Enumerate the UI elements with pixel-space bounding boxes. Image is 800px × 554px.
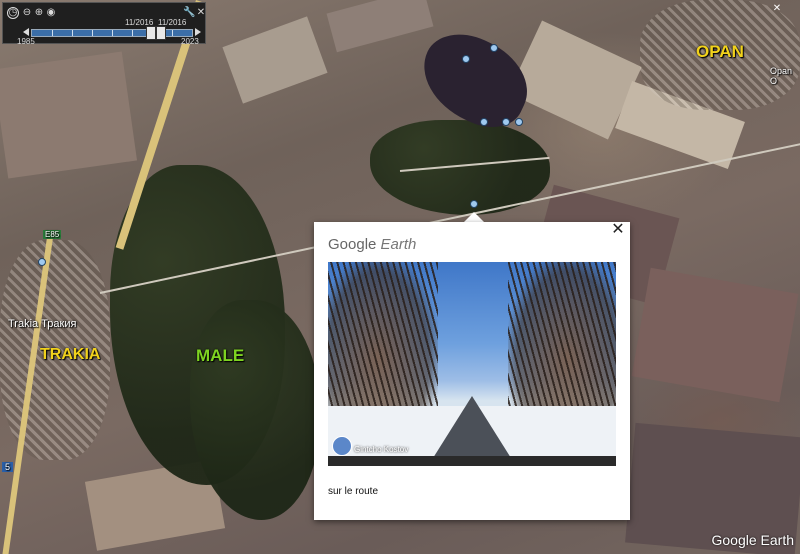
timeline-tick <box>52 30 53 36</box>
label-trakia: TRAKIA <box>40 346 101 363</box>
label-male: MALE <box>196 346 245 365</box>
brand-earth: Earth <box>380 236 417 253</box>
timeline-start-handle[interactable] <box>146 26 156 40</box>
close-icon[interactable]: ✕ <box>772 4 782 14</box>
tree-right <box>508 262 616 426</box>
field-patch <box>326 0 434 53</box>
label-opan-local: Opan О <box>770 66 793 86</box>
google-earth-watermark: Google Earth <box>711 532 795 548</box>
photo-pin[interactable] <box>502 118 510 126</box>
timeline-tick <box>72 30 73 36</box>
forest-area <box>370 120 550 215</box>
road-shield-e85: E85 <box>43 230 62 239</box>
photo-pin[interactable] <box>515 118 523 126</box>
popup-pointer <box>464 212 484 222</box>
step-forward-icon[interactable] <box>195 28 201 36</box>
photo-credit[interactable]: Gintcho Kostov <box>354 445 408 454</box>
tree-left <box>328 262 438 426</box>
timeline-track[interactable] <box>31 26 193 40</box>
field-patch <box>222 16 328 104</box>
timeline-tick <box>172 30 173 36</box>
year-start: 1985 <box>17 37 35 46</box>
contributor-avatar[interactable] <box>332 436 352 456</box>
photo-pin[interactable] <box>480 118 488 126</box>
field-patch <box>0 51 138 179</box>
wrench-icon[interactable]: 🔧 <box>183 7 195 19</box>
google-earth-logo: Google Earth <box>328 236 416 253</box>
photo-pin[interactable] <box>38 258 46 266</box>
timeline-end-handle[interactable] <box>156 26 166 40</box>
timeline-tick <box>92 30 93 36</box>
timeline-tick <box>132 30 133 36</box>
photo-popup: Google Earth ✕ Gintcho Kostov sur le rou… <box>314 222 630 520</box>
popup-caption: sur le route <box>328 486 379 497</box>
label-opan: OPAN <box>696 42 744 61</box>
photo-pin[interactable] <box>462 55 470 63</box>
timeline-tick <box>112 30 113 36</box>
road-shield-5: 5 <box>2 462 14 472</box>
step-back-icon[interactable] <box>23 28 29 36</box>
photo-bottom-bar <box>328 456 616 466</box>
popup-close-button[interactable]: ✕ <box>610 222 626 238</box>
zoom-out-icon[interactable]: ⊖ <box>21 7 33 19</box>
zoom-in-icon[interactable]: ⊕ <box>33 7 45 19</box>
photo-pin[interactable] <box>470 200 478 208</box>
label-trakia-local: Trakia Тракия <box>8 318 77 330</box>
time-slider-panel: ◷ ⊖ ⊕ ◉ 11/2016 11/2016 🔧 ✕ 1985 2023 <box>2 2 207 46</box>
brand-google: Google <box>328 236 377 253</box>
eye-icon[interactable]: ◉ <box>45 7 57 19</box>
field-patch <box>631 267 799 403</box>
clock-icon[interactable]: ◷ <box>7 7 19 19</box>
popup-photo[interactable]: Gintcho Kostov <box>328 262 616 466</box>
photo-pin[interactable] <box>490 44 498 52</box>
close-icon[interactable]: ✕ <box>195 7 207 19</box>
year-end: 2023 <box>181 37 199 46</box>
